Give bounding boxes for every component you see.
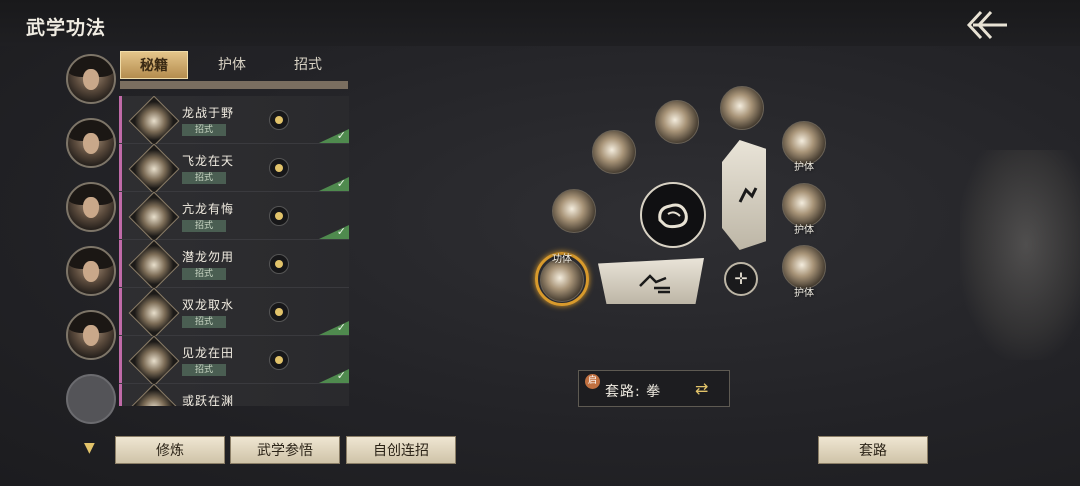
top-bar: 武学功法 [0,0,1080,46]
character-avatar-3[interactable] [66,182,116,232]
page-title: 武学功法 [26,17,107,39]
tab-moves[interactable]: 招式 [274,51,342,79]
back-arrow-icon[interactable] [963,8,1011,42]
skill-type-tag: 招式 [182,268,226,280]
skill-status-dot-icon[interactable] [269,254,289,274]
skill-icon [128,96,180,147]
routine-button[interactable]: 套路 [818,436,928,464]
skill-name: 双龙取水 [182,298,235,312]
body-guard-slot-3[interactable] [782,245,826,289]
wheel-slot-1[interactable] [720,86,764,130]
character-avatar-2[interactable] [66,118,116,168]
skill-name: 见龙在田 [182,346,235,360]
character-avatar-4[interactable] [66,246,116,296]
skill-icon [128,143,180,195]
character-avatar-5[interactable] [66,310,116,360]
body-guard-label-3: 护体 [794,288,814,299]
skill-name: 龙战于野 [182,106,235,120]
swap-arrows-icon[interactable]: ⇄ [695,379,708,398]
selected-slot-label: 功体 [552,254,572,265]
skill-name: 亢龙有悔 [182,202,235,216]
skill-status-dot-icon[interactable] [269,158,289,178]
skill-icon [128,239,180,291]
skill-type-tag: 招式 [182,124,226,136]
enlighten-button[interactable]: 武学参悟 [230,436,340,464]
dash-figure-icon [639,274,670,294]
skill-status-dot-icon[interactable] [269,350,289,370]
skill-row[interactable]: 飞龙在天 招式 ✓ [119,143,349,195]
skill-row[interactable]: 或跃在渊 [119,383,349,406]
skill-icon [128,287,180,339]
skill-status-dot-icon[interactable] [269,206,289,226]
skill-row[interactable]: 见龙在田 招式 ✓ [119,335,349,387]
skill-icon [128,383,180,406]
skill-icon [128,335,180,387]
skill-name: 潜龙勿用 [182,250,235,264]
character-avatar-1[interactable] [66,54,116,104]
skill-list: 龙战于野 招式 ✓ 飞龙在天 招式 ✓ 亢龙有悔 招式 ✓ 潜龙勿用 招式 双龙… [119,96,349,406]
body-guard-label-2: 护体 [794,225,814,236]
wheel-slot-3[interactable] [592,130,636,174]
style-selector[interactable]: 启 套路: 拳 ⇄ [578,370,730,407]
skill-row[interactable]: 亢龙有悔 招式 ✓ [119,191,349,243]
tab-secret-manual[interactable]: 秘籍 [120,51,188,79]
self-combo-button[interactable]: 自创连招 [346,436,456,464]
style-badge: 启 [585,374,600,389]
style-text: 套路: 拳 [605,384,662,400]
skill-type-tag: 招式 [182,172,226,184]
target-crosshair-icon[interactable]: ✛ [724,262,758,296]
empty-avatar-slot[interactable] [66,374,116,424]
skill-status-dot-icon[interactable] [269,110,289,130]
skill-type-tag: 招式 [182,364,226,376]
body-guard-label-1: 护体 [794,162,814,173]
dodge-figure-icon [738,187,758,203]
tab-underline [120,81,348,89]
wheel-slot-2[interactable] [655,100,699,144]
wheel-slot-4[interactable] [552,189,596,233]
tab-body-guard[interactable]: 护体 [198,51,266,79]
chevron-down-icon[interactable]: ▼ [84,440,95,456]
skill-name: 或跃在渊 [182,394,235,406]
skill-row[interactable]: 龙战于野 招式 ✓ [119,96,349,147]
gauntlet-decoration [960,150,1080,360]
skill-row[interactable]: 双龙取水 招式 ✓ [119,287,349,339]
skill-icon [128,191,180,243]
skill-name: 飞龙在天 [182,154,235,168]
skill-status-dot-icon[interactable] [269,302,289,322]
skill-row[interactable]: 潜龙勿用 招式 [119,239,349,291]
fist-style-center-icon[interactable] [640,182,706,248]
cultivate-button[interactable]: 修炼 [115,436,225,464]
skill-tabs: 秘籍 护体 招式 [120,51,348,81]
skill-type-tag: 招式 [182,316,226,328]
skill-type-tag: 招式 [182,220,226,232]
